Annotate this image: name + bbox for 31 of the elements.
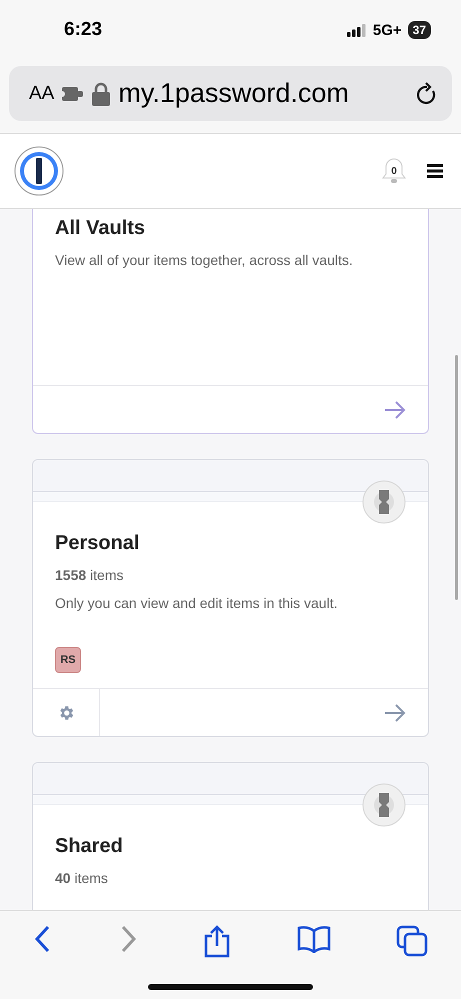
- tabs-icon[interactable]: [396, 925, 428, 957]
- arrow-right-icon[interactable]: [384, 400, 406, 418]
- battery-level: 37: [408, 21, 431, 39]
- item-count: 40 items: [55, 870, 109, 886]
- bookmarks-icon[interactable]: [296, 925, 331, 953]
- extension-icon[interactable]: [62, 86, 84, 102]
- reload-icon[interactable]: [416, 82, 438, 106]
- vault-description: Only you can view and edit items in this vault.: [55, 595, 338, 611]
- item-count: 1558 items: [55, 567, 124, 583]
- arrow-right-icon[interactable]: [384, 704, 406, 722]
- status-time: 6:23: [64, 19, 102, 41]
- keyhole-icon: [362, 480, 406, 524]
- vault-card[interactable]: All Vaults View all of your items together, across all vaults.: [32, 209, 429, 434]
- share-icon[interactable]: [203, 925, 232, 959]
- vault-card[interactable]: Personal 1558 items Only you can view and edit items in this vault. RS: [32, 459, 429, 737]
- menu-icon[interactable]: [427, 164, 443, 178]
- keyhole-icon: [362, 783, 406, 827]
- vault-description: View all of your items together, across all vaults.: [55, 252, 354, 268]
- address-bar[interactable]: AA my.1password.com: [9, 66, 452, 121]
- notification-count: 0: [391, 166, 397, 176]
- network-label: 5G+: [372, 22, 402, 38]
- signal-icon: [346, 24, 367, 36]
- text-size-button[interactable]: AA: [29, 82, 54, 104]
- vault-title: All Vaults: [55, 217, 146, 240]
- url-text: my.1password.com: [118, 78, 350, 109]
- lock-icon: [92, 82, 110, 106]
- vault-title: Shared: [55, 835, 124, 858]
- vault-card[interactable]: Shared 40 items: [32, 762, 429, 910]
- logo-icon[interactable]: [14, 146, 64, 196]
- vault-title: Personal: [55, 532, 140, 555]
- member-avatar: RS: [55, 647, 81, 673]
